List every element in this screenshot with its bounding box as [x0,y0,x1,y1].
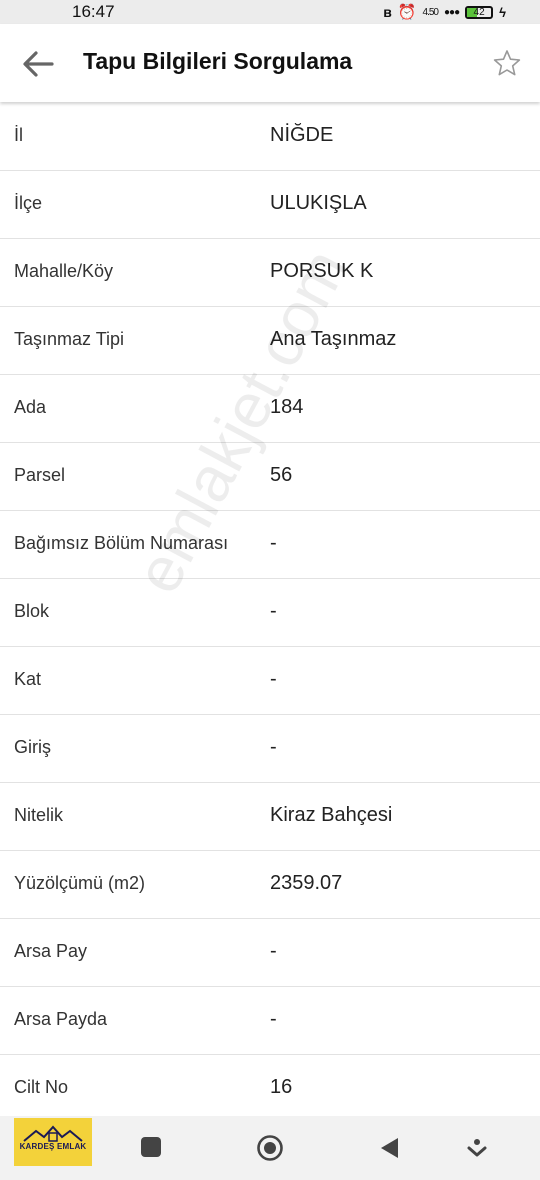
alarm-icon: ⏰ [397,4,417,21]
bluetooth-icon: ʙ [383,4,392,20]
battery-level: 42 [473,6,485,18]
back-button[interactable] [18,46,58,82]
row-value: 16 [270,1076,293,1098]
row-value: - [270,940,277,962]
navigation-bar: KARDEŞ EMLAK [0,1116,540,1180]
row-value: 184 [270,396,304,418]
row-label: Cilt No [14,1077,69,1097]
info-row: Ada 184 [0,375,540,443]
battery-icon: 42 [465,5,494,19]
status-icons: ʙ ⏰ 4.50 ●●● 42 ϟ [383,3,506,21]
row-label: Mahalle/Köy [14,261,114,281]
info-row: Giriş - [0,715,540,783]
row-label: Nitelik [14,805,64,825]
status-time: 16:47 [72,2,115,21]
info-row: Bağımsız Bölüm Numarası - [0,511,540,579]
arrow-left-icon [23,51,54,77]
charging-icon: ϟ [499,4,506,20]
info-row: Blok - [0,579,540,647]
row-value: 2359.07 [270,872,343,894]
info-row: Kat - [0,647,540,715]
row-value: - [270,532,277,554]
row-label: Giriş [14,737,51,757]
row-label: Ada [14,397,47,417]
info-row: Parsel 56 [0,443,540,511]
network-speed: 4.50 [422,6,440,18]
logo-roofs-icon [23,1125,83,1142]
row-value: NİĞDE [270,124,334,146]
info-row: Nitelik Kiraz Bahçesi [0,783,540,851]
row-value: - [270,736,277,758]
app-bar: Tapu Bilgileri Sorgulama [0,24,540,102]
row-value: - [270,600,277,622]
row-value: - [270,668,277,690]
info-row: Cilt No 16 [0,1055,540,1123]
row-value: 56 [270,464,293,486]
info-row: Mahalle/Köy PORSUK K [0,239,540,307]
row-label: Bağımsız Bölüm Numarası [14,533,229,553]
home-circle-icon[interactable] [256,1134,284,1162]
recents-square-icon[interactable] [141,1137,161,1157]
row-value: Ana Taşınmaz [270,328,397,350]
favorite-button[interactable] [492,48,522,78]
row-label: Arsa Payda [14,1009,108,1029]
back-triangle-icon[interactable] [378,1136,400,1160]
row-label: İlçe [14,193,43,213]
info-row: Yüzölçümü (m2) 2359.07 [0,851,540,919]
page-title: Tapu Bilgileri Sorgulama [83,48,353,74]
info-row: İl NİĞDE [0,103,540,171]
star-outline-icon [493,50,521,76]
info-row: Taşınmaz Tipi Ana Taşınmaz [0,307,540,375]
status-bar: 16:47 ʙ ⏰ 4.50 ●●● 42 ϟ [0,0,540,24]
kardes-emlak-logo: KARDEŞ EMLAK [14,1118,92,1166]
row-value: ULUKIŞLA [270,192,367,214]
info-row: Arsa Payda - [0,987,540,1055]
logo-text: KARDEŞ EMLAK [19,1142,87,1151]
row-label: Blok [14,601,50,621]
row-value: PORSUK K [270,260,374,282]
row-label: İl [14,125,23,145]
row-label: Arsa Pay [14,941,88,961]
property-info-list: İl NİĞDE İlçe ULUKIŞLA Mahalle/Köy PORSUK K Ta… [0,103,540,1123]
row-label: Parsel [14,465,66,485]
assistant-icon[interactable] [466,1136,488,1160]
row-label: Yüzölçümü (m2) [14,873,146,893]
row-label: Kat [14,669,42,689]
row-label: Taşınmaz Tipi [14,329,125,349]
info-row: İlçe ULUKIŞLA [0,171,540,239]
network-icon: ●●● [443,6,460,18]
row-value: Kiraz Bahçesi [270,804,393,826]
info-row: Arsa Pay - [0,919,540,987]
row-value: - [270,1008,277,1030]
